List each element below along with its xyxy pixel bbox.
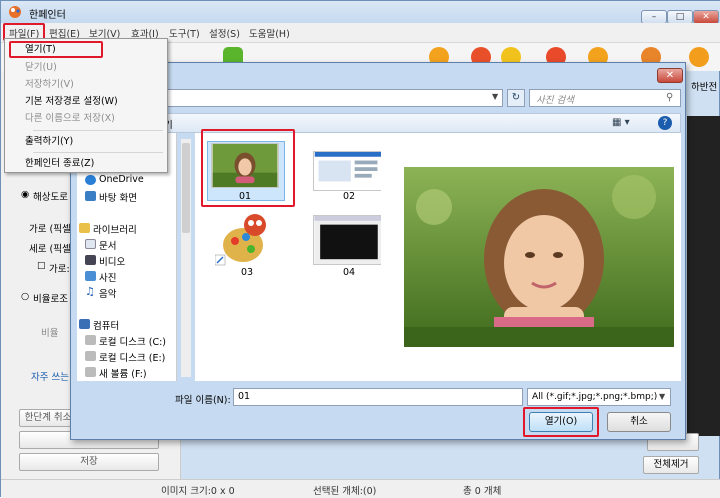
- title-bar: 한페인터 – □ ✕: [1, 1, 720, 24]
- filename-input[interactable]: 01: [233, 388, 523, 406]
- preview-pane: [381, 133, 681, 381]
- ratio-radio[interactable]: ○: [21, 291, 29, 302]
- nav-pictures[interactable]: 사진: [99, 270, 116, 284]
- library-icon: [79, 223, 90, 233]
- dialog-close-button[interactable]: ✕: [657, 68, 683, 83]
- minimize-button[interactable]: –: [641, 10, 667, 24]
- search-placeholder: 사진 검색: [536, 95, 574, 106]
- file-thumbnail[interactable]: [313, 151, 383, 191]
- cancel-button[interactable]: 취소: [607, 412, 671, 432]
- width-label: 가로 (픽셀: [29, 224, 71, 235]
- close-button[interactable]: ✕: [693, 10, 719, 24]
- nav-scrollbar[interactable]: [181, 139, 191, 377]
- resolution-label: 해상도로: [33, 192, 68, 203]
- chevron-down-icon[interactable]: ▼: [659, 392, 665, 401]
- file-menu-dropdown: 열기(T) 닫기(U) 저장하기(V) 기본 저장경로 설정(W) 다른 이름으…: [4, 38, 168, 173]
- menu-item-print[interactable]: 출력하기(Y): [5, 134, 157, 150]
- search-icon[interactable]: ⚲: [666, 92, 673, 103]
- undo-button[interactable]: 한단계 취소: [19, 409, 77, 427]
- file-label: 03: [240, 267, 254, 278]
- nav-drive-c[interactable]: 로컬 디스크 (C:): [99, 334, 166, 348]
- file-type-select[interactable]: All (*.gif;*.jpg;*.png;*.bmp;): [527, 388, 671, 406]
- chevron-down-icon[interactable]: ▼: [492, 92, 498, 101]
- search-input[interactable]: 사진 검색 ⚲: [529, 89, 681, 107]
- menu-item-save[interactable]: 저장하기(V): [5, 77, 157, 93]
- pictures-icon: [85, 271, 96, 281]
- selected-file-highlight: [201, 129, 295, 207]
- nav-computer[interactable]: 컴퓨터: [93, 318, 119, 332]
- drive-icon: [85, 335, 96, 345]
- menu-settings[interactable]: 설정(S): [209, 26, 240, 40]
- app-logo-icon: [9, 6, 21, 18]
- keep-ratio-checkbox[interactable]: ☐: [37, 261, 46, 272]
- file-thumbnail[interactable]: [215, 211, 275, 269]
- ratio-label: 비율로조: [33, 294, 68, 305]
- refresh-icon[interactable]: ↻: [507, 89, 525, 107]
- flip-vertical-icon[interactable]: [689, 47, 709, 67]
- nav-onedrive[interactable]: OneDrive: [99, 174, 144, 185]
- right-preview-strip: [687, 116, 720, 436]
- file-thumbnail[interactable]: [313, 215, 383, 265]
- status-bar: 이미지 크기:0 x 0 선택된 개체:(0) 총 0 개체: [1, 479, 720, 498]
- help-icon[interactable]: ?: [658, 116, 672, 130]
- music-icon: ♫: [85, 285, 95, 298]
- app-title: 한페인터: [29, 10, 66, 21]
- ratio-value-label: 비율: [41, 328, 59, 339]
- documents-icon: [85, 239, 96, 249]
- remove-all-button[interactable]: 전체제거: [643, 456, 699, 474]
- menu-tools[interactable]: 도구(T): [169, 26, 200, 40]
- status-image-size: 이미지 크기:0 x 0: [161, 486, 235, 497]
- status-selected: 선택된 개체:(0): [313, 486, 377, 497]
- menu-separator: [33, 130, 163, 131]
- maximize-button[interactable]: □: [667, 10, 693, 24]
- nav-drive-f[interactable]: 새 볼륨 (F:): [99, 366, 147, 380]
- onedrive-icon: [85, 175, 96, 185]
- nav-video[interactable]: 비디오: [99, 254, 125, 268]
- menu-item-default-path[interactable]: 기본 저장경로 설정(W): [5, 94, 157, 110]
- menu-item-exit[interactable]: 한페인터 종료(Z): [5, 156, 157, 172]
- menu-help[interactable]: 도움말(H): [249, 26, 290, 40]
- nav-music[interactable]: 음악: [99, 286, 116, 300]
- video-icon: [85, 255, 96, 265]
- nav-drive-e[interactable]: 로컬 디스크 (E:): [99, 350, 165, 364]
- file-label: 02: [342, 191, 356, 202]
- nav-documents[interactable]: 문서: [99, 238, 116, 252]
- file-label: 04: [342, 267, 356, 278]
- view-options-icon[interactable]: ▦ ▾: [612, 117, 630, 128]
- drive-icon: [85, 367, 96, 377]
- computer-icon: [79, 319, 90, 329]
- file-type-value: All (*.gif;*.jpg;*.png;*.bmp;): [532, 392, 658, 402]
- desktop-icon: [85, 191, 96, 201]
- nav-library[interactable]: 라이브러리: [93, 222, 137, 236]
- keep-ratio-label: 가로:: [49, 264, 70, 275]
- save-button[interactable]: 저장: [19, 453, 159, 471]
- status-total: 총 0 개체: [463, 486, 502, 497]
- preview-image: [404, 167, 674, 347]
- scrollbar-thumb[interactable]: [182, 143, 190, 233]
- favorites-label: 자주 쓰는: [31, 372, 69, 383]
- resolution-radio[interactable]: ◉: [21, 189, 29, 200]
- height-label: 세로 (픽셀: [29, 244, 71, 255]
- nav-desktop[interactable]: 바탕 화면: [99, 190, 137, 204]
- drive-icon: [85, 351, 96, 361]
- open-button-highlight: [523, 407, 599, 437]
- filename-label: 파일 이름(N):: [175, 395, 231, 406]
- menu-item-save-as[interactable]: 다른 이름으로 저장(X): [5, 111, 157, 127]
- menu-item-open[interactable]: 열기(T): [5, 42, 157, 58]
- flip-vertical-label: 하반전: [691, 82, 718, 93]
- menu-separator: [33, 152, 163, 153]
- menu-item-close[interactable]: 닫기(U): [5, 60, 157, 76]
